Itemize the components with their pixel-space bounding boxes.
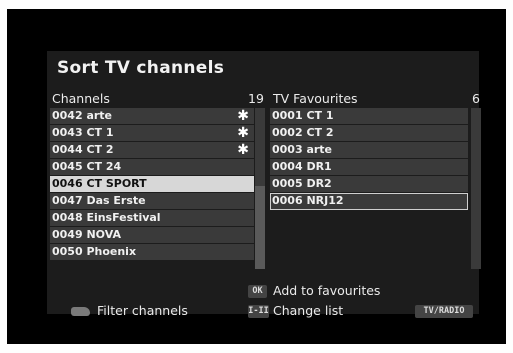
favourites-scrollbar[interactable] xyxy=(471,108,481,269)
channel-label: 0049 NOVA xyxy=(52,228,121,241)
channel-label: 0044 CT 2 xyxy=(52,143,114,156)
favourites-count: 6 xyxy=(472,91,480,106)
favourite-label: 0003 arte xyxy=(272,143,333,156)
favourites-header: TV Favourites xyxy=(273,91,358,106)
page-title: Sort TV channels xyxy=(57,58,225,78)
favourites-list: 0001 CT 1 0002 CT 2 0003 arte 0004 DR1 0… xyxy=(270,108,468,271)
favourite-star-icon: ✱ xyxy=(237,125,249,141)
list-item[interactable]: 0048 EinsFestival xyxy=(50,210,254,227)
list-item[interactable]: 0042 arte ✱ xyxy=(50,108,254,125)
channel-label: 0047 Das Erste xyxy=(52,194,146,207)
list-item[interactable]: 0005 DR2 xyxy=(270,176,468,193)
channels-scroll-thumb[interactable] xyxy=(255,186,265,269)
list-item[interactable]: 0047 Das Erste xyxy=(50,193,254,210)
favourite-label: 0004 DR1 xyxy=(272,160,332,173)
list-item[interactable]: 0043 CT 1 ✱ xyxy=(50,125,254,142)
favourite-label: 0001 CT 1 xyxy=(272,109,334,122)
tv-radio-key-icon: TV/RADIO xyxy=(415,305,473,318)
favourite-label: 0005 DR2 xyxy=(272,177,332,190)
favourite-label: 0006 NRJ12 xyxy=(272,194,344,207)
channel-label: 0045 CT 24 xyxy=(52,160,122,173)
list-item[interactable]: 0001 CT 1 xyxy=(270,108,468,125)
add-to-favourites-label: Add to favourites xyxy=(273,283,381,298)
channel-label: 0042 arte xyxy=(52,109,113,122)
channels-list: 0042 arte ✱ 0043 CT 1 ✱ 0044 CT 2 ✱ 0045 CT… xyxy=(50,108,254,271)
favourite-label: 0002 CT 2 xyxy=(272,126,334,139)
list-item[interactable]: 0045 CT 24 xyxy=(50,159,254,176)
favourite-star-icon: ✱ xyxy=(237,108,249,124)
filter-channels-label: Filter channels xyxy=(97,303,188,318)
focused-list-item[interactable]: 0006 NRJ12 xyxy=(270,193,468,210)
list-item[interactable]: 0003 arte xyxy=(270,142,468,159)
list-item[interactable]: 0049 NOVA xyxy=(50,227,254,244)
channel-label: 0043 CT 1 xyxy=(52,126,114,139)
tv-screen: Sort TV channels Channels 19 0042 arte ✱ … xyxy=(7,9,506,344)
sort-channels-panel: Sort TV channels Channels 19 0042 arte ✱ … xyxy=(47,51,481,318)
list-item[interactable]: 0002 CT 2 xyxy=(270,125,468,142)
list-item[interactable]: 0044 CT 2 ✱ xyxy=(50,142,254,159)
change-list-label: Change list xyxy=(273,303,344,318)
channels-count: 19 xyxy=(248,91,264,106)
ok-key-icon: OK xyxy=(248,285,267,298)
channel-label: 0046 CT SPORT xyxy=(52,177,147,190)
green-key-icon xyxy=(71,307,90,316)
list-item[interactable]: 0050 Phoenix xyxy=(50,244,254,261)
channel-label: 0048 EinsFestival xyxy=(52,211,161,224)
channels-scrollbar[interactable] xyxy=(255,108,265,269)
list-item[interactable]: 0004 DR1 xyxy=(270,159,468,176)
channel-label: 0050 Phoenix xyxy=(52,245,137,258)
i-ii-key-icon: I-II xyxy=(248,305,269,318)
channels-header: Channels xyxy=(52,91,110,106)
favourite-star-icon: ✱ xyxy=(237,142,249,158)
selected-list-item[interactable]: 0046 CT SPORT xyxy=(50,176,254,193)
